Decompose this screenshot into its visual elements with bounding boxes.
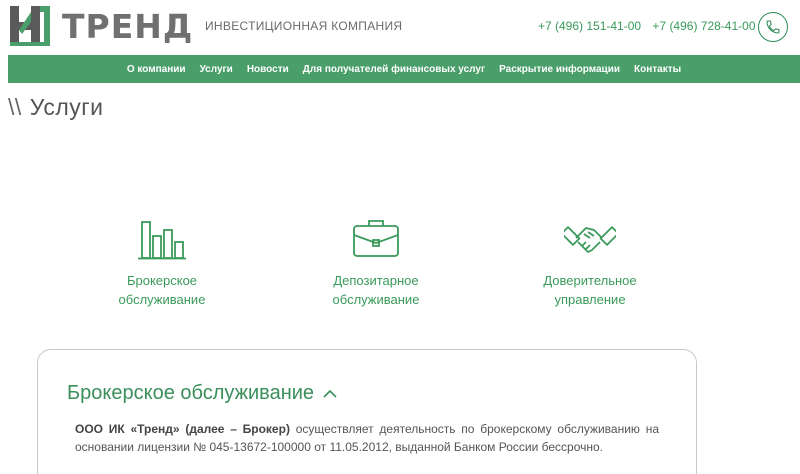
logo-text: ТРЕНД (62, 6, 194, 46)
service-label-line2: обслуживание (118, 292, 206, 307)
logo[interactable]: ТРЕНД (8, 4, 193, 48)
handshake-icon (564, 225, 616, 253)
header: ТРЕНД ИНВЕСТИЦИОННАЯ КОМПАНИЯ +7 (496) 1… (0, 0, 800, 55)
nav-item-disclosure[interactable]: Раскрытие информации (499, 64, 620, 75)
card-title-text: Брокерское обслуживание (67, 382, 315, 404)
main-nav: О компании Услуги Новости Для получателе… (8, 55, 800, 83)
title-slashes: \\ (8, 94, 22, 120)
brokerage-card: Брокерское обслуживание ООО ИК «Тренд» (… (37, 349, 697, 474)
phone-numbers: +7 (496) 151-41-00 +7 (496) 728-41-00 (538, 19, 764, 33)
nav-item-about[interactable]: О компании (127, 64, 186, 75)
service-trust-management[interactable]: Доверительное управление (490, 210, 690, 309)
nav-item-clients[interactable]: Для получателей финансовых услуг (303, 64, 485, 75)
nav-item-contacts[interactable]: Контакты (634, 64, 681, 75)
phone-icon (766, 20, 780, 34)
phone-number-1[interactable]: +7 (496) 151-41-00 (538, 19, 641, 33)
card-company: ООО ИК «Тренд» (далее – Брокер) (75, 422, 290, 436)
service-label-line2: обслуживание (332, 292, 420, 307)
card-text: ООО ИК «Тренд» (далее – Брокер) осуществ… (75, 420, 659, 456)
nav-item-services[interactable]: Услуги (200, 64, 233, 75)
briefcase-icon (353, 219, 399, 257)
tagline: ИНВЕСТИЦИОННАЯ КОМПАНИЯ (205, 19, 403, 33)
service-label-line1: Депозитарное (333, 273, 419, 288)
call-button[interactable] (758, 12, 788, 42)
service-label-line1: Брокерское (126, 273, 198, 288)
page-title-text: Услуги (29, 94, 104, 120)
nav-item-news[interactable]: Новости (247, 64, 289, 75)
phone-number-2[interactable]: +7 (496) 728-41-00 (652, 19, 755, 33)
service-label-line2: управление (554, 292, 626, 307)
chevron-up-icon[interactable] (322, 389, 338, 399)
page-title: \\ Услуги (8, 94, 104, 121)
service-brokerage[interactable]: Брокерское обслуживание (62, 210, 262, 309)
card-title[interactable]: Брокерское обслуживание (67, 382, 338, 405)
service-label-line1: Доверительное (543, 273, 637, 288)
bar-chart-icon (138, 220, 186, 259)
service-depository[interactable]: Депозитарное обслуживание (276, 210, 476, 309)
logo-mark-icon (10, 6, 50, 46)
